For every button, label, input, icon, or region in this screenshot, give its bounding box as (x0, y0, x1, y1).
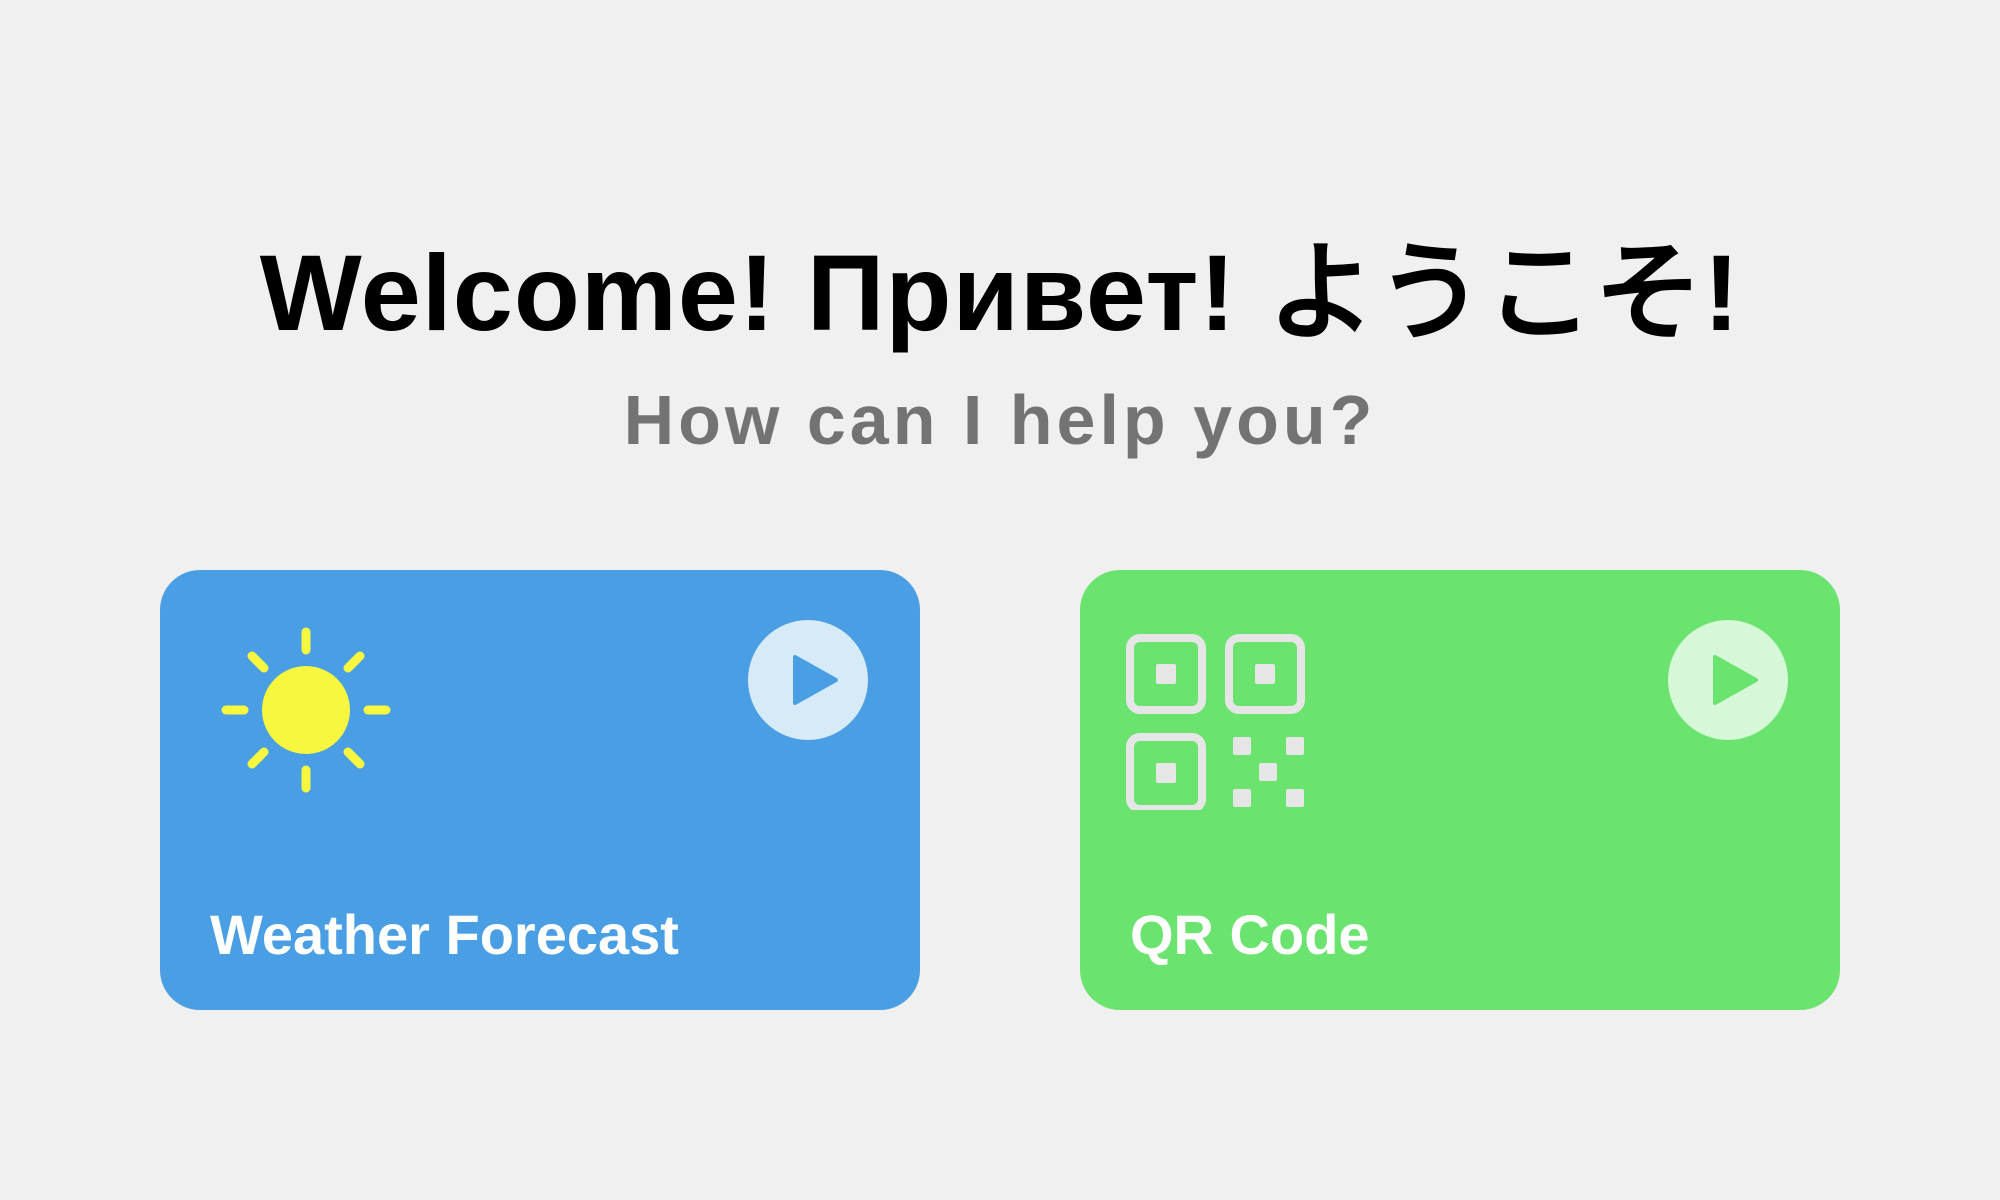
home-screen: Welcome! Привет! ようこそ! How can I help yo… (0, 0, 2000, 1200)
qr-code-card[interactable]: QR Code (1080, 570, 1840, 1010)
weather-forecast-label: Weather Forecast (210, 903, 679, 966)
qr-code-icon (1120, 610, 1320, 813)
welcome-title: Welcome! Привет! ようこそ! (259, 232, 1741, 353)
play-icon (793, 655, 838, 705)
help-subtitle: How can I help you? (623, 381, 1377, 459)
qr-code-play-button[interactable] (1668, 620, 1788, 740)
qr-code-label: QR Code (1130, 903, 1370, 966)
weather-forecast-card[interactable]: Weather Forecast (160, 570, 920, 1010)
play-icon (1713, 655, 1758, 705)
weather-play-button[interactable] (748, 620, 868, 740)
sun-icon (200, 610, 400, 810)
